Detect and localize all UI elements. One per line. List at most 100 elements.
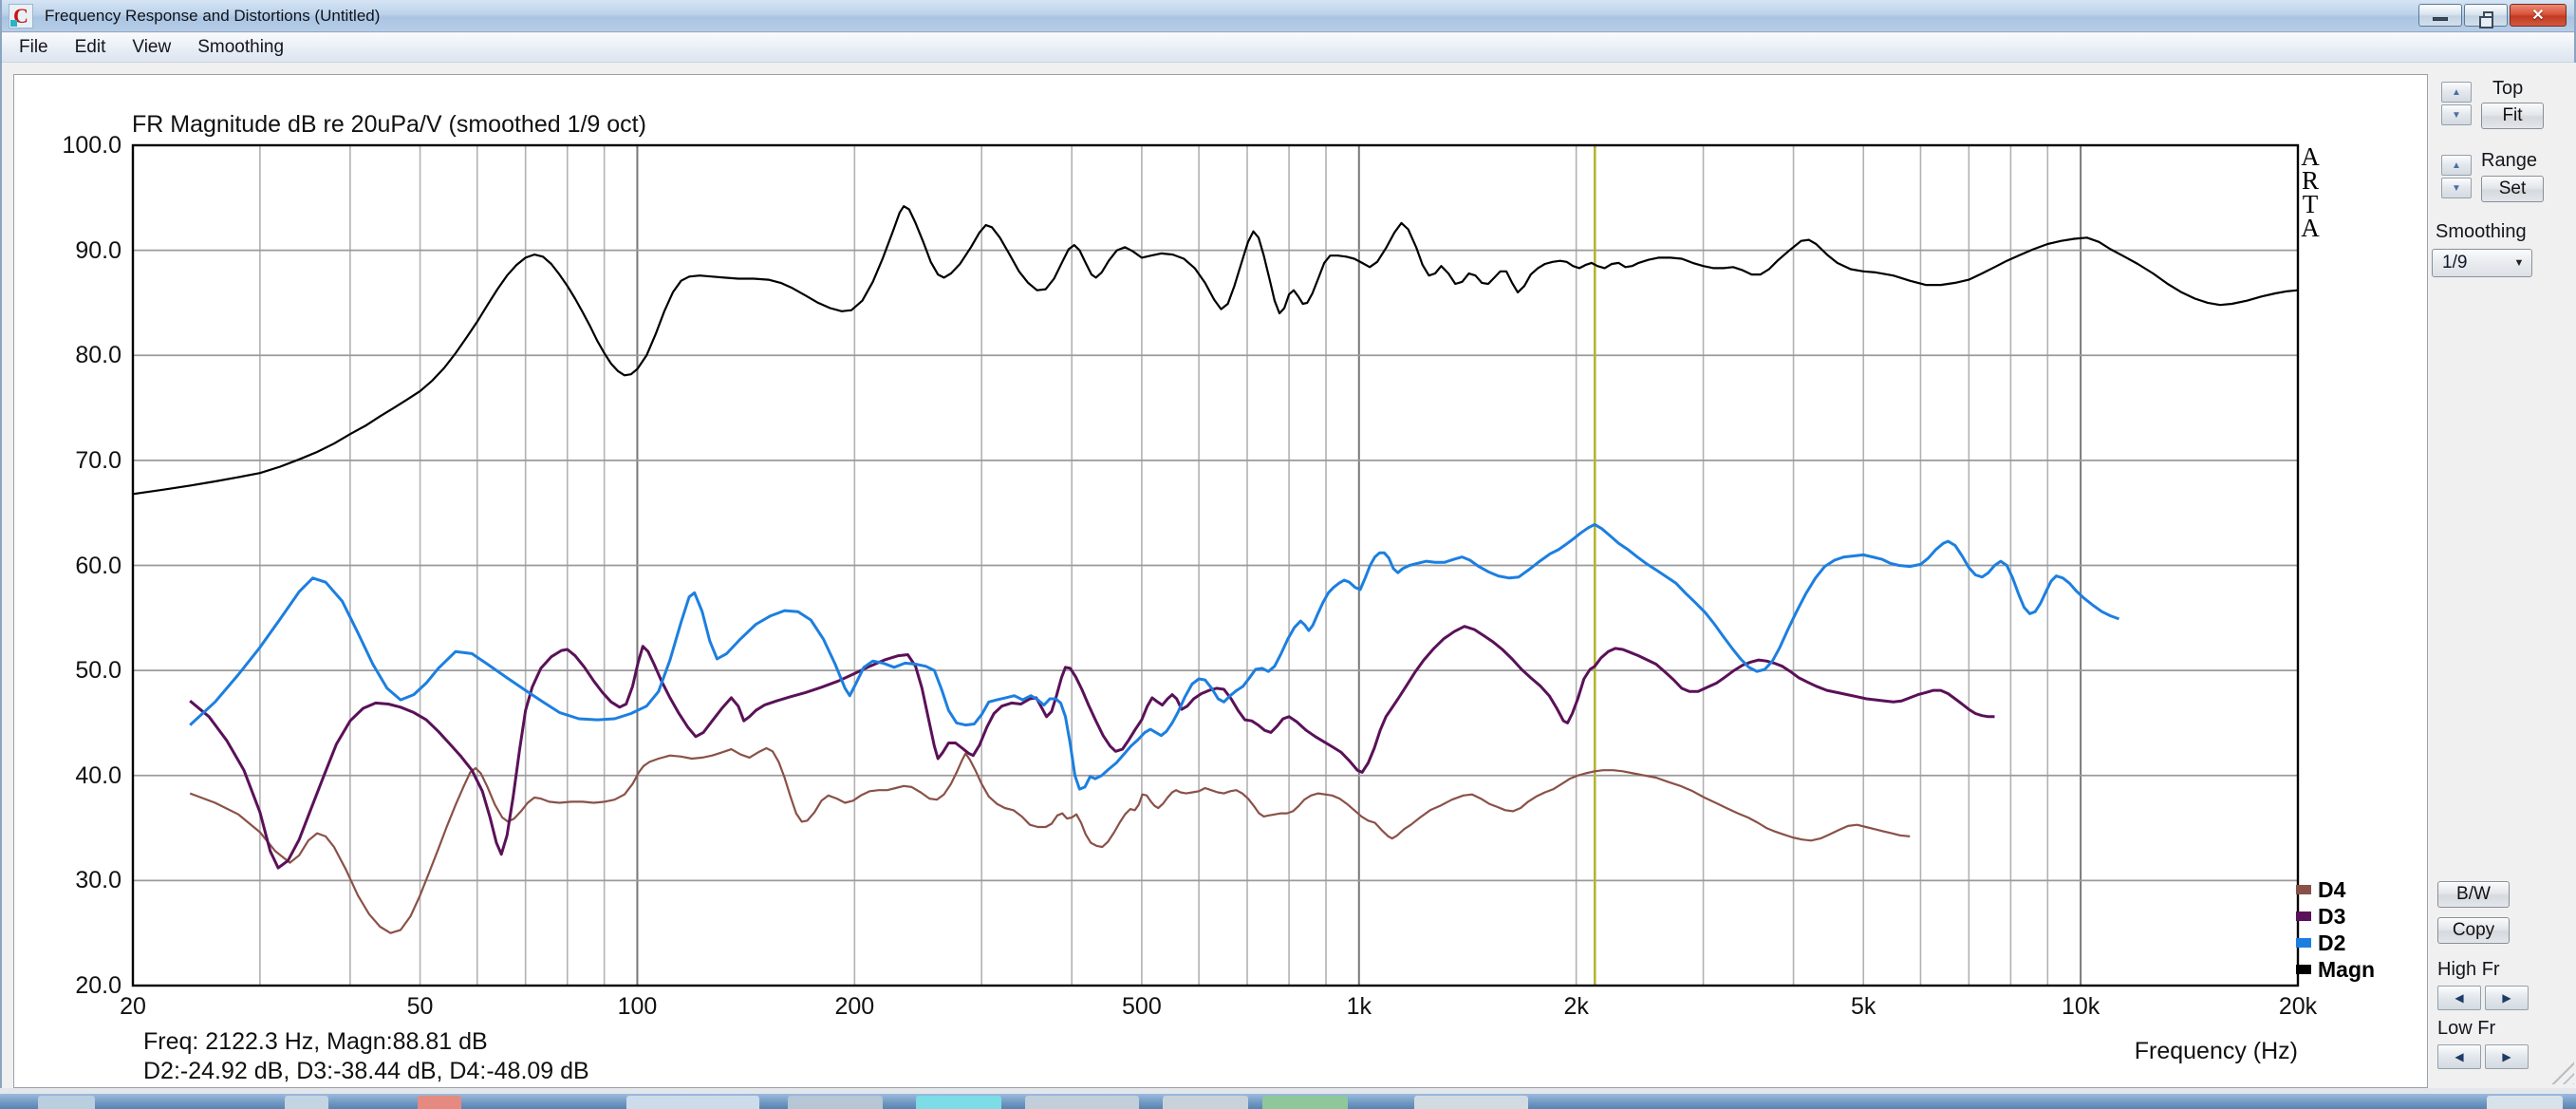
restore-icon [2483,11,2493,20]
top-spin-down-button[interactable]: ▼ [2441,104,2472,125]
legend-item-magn: Magn [2296,956,2375,983]
taskbar-button[interactable] [1414,1096,1528,1109]
x-tick-label: 500 [1099,993,1185,1020]
y-tick-label: 50.0 [34,657,121,684]
taskbar-button[interactable] [916,1096,1001,1109]
high-fr-label: High Fr [2437,959,2500,981]
right-control-panel: ▲ ▼ Top Fit ▲ ▼ Range Set Smoothing 1/9 … [2430,63,2576,1088]
resize-grip[interactable] [2549,1060,2574,1084]
chart-panel: FR Magnitude dB re 20uPa/V (smoothed 1/9… [13,74,2428,1088]
fit-button[interactable]: Fit [2481,103,2544,129]
smoothing-label: Smoothing [2436,221,2527,243]
legend-swatch [2296,938,2311,948]
legend-item-d3: D3 [2296,903,2375,930]
legend-swatch [2296,912,2311,921]
curve-d3 [190,627,1994,868]
down-arrow-icon: ▼ [2452,183,2461,194]
arta-letter: A [2288,216,2332,240]
right-arrow-icon: ▶ [2502,991,2511,1005]
close-icon: ✕ [2531,6,2544,25]
minimize-icon [2433,17,2448,21]
top-spin-up-button[interactable]: ▲ [2441,82,2472,103]
dropdown-arrow-icon: ▼ [2507,257,2531,269]
x-axis-title: Frequency (Hz) [1994,1038,2298,1065]
taskbar-button[interactable] [38,1096,95,1109]
copy-button[interactable]: Copy [2437,917,2510,944]
x-tick-label: 5k [1820,993,1906,1020]
x-tick-label: 20 [90,993,176,1020]
up-arrow-icon: ▲ [2452,87,2461,98]
x-tick-label: 10k [2038,993,2123,1020]
menu-item-edit[interactable]: Edit [62,33,120,62]
restore-button[interactable] [2464,4,2508,27]
fr-plot[interactable] [14,75,2429,1089]
top-label: Top [2492,78,2523,100]
legend-swatch [2296,885,2311,894]
low-fr-left-button[interactable]: ◀ [2437,1044,2481,1069]
window-title: Frequency Response and Distortions (Unti… [45,7,380,26]
range-spin-down-button[interactable]: ▼ [2441,178,2472,198]
taskbar-button[interactable] [788,1096,883,1109]
legend-item-d4: D4 [2296,876,2375,903]
x-tick-label: 20k [2255,993,2341,1020]
bw-button[interactable]: B/W [2437,881,2510,908]
legend-item-d2: D2 [2296,930,2375,956]
left-arrow-icon: ◀ [2455,1050,2463,1063]
taskbar-button[interactable] [418,1096,461,1109]
right-arrow-icon: ▶ [2502,1050,2511,1063]
taskbar-button[interactable] [626,1096,759,1109]
taskbar-button[interactable] [1262,1096,1348,1109]
down-arrow-icon: ▼ [2452,110,2461,121]
menubar: FileEditViewSmoothing [2,33,2574,63]
close-button[interactable]: ✕ [2510,4,2567,27]
taskbar[interactable] [0,1094,2576,1109]
y-tick-label: 40.0 [34,762,121,789]
cursor-status-line2: D2:-24.92 dB, D3:-38.44 dB, D4:-48.09 dB [143,1058,589,1085]
legend: D4D3D2Magn [2296,876,2375,983]
chart-title: FR Magnitude dB re 20uPa/V (smoothed 1/9… [132,111,646,139]
x-tick-label: 1k [1316,993,1402,1020]
taskbar-button[interactable] [1163,1096,1248,1109]
legend-label: D3 [2318,904,2345,930]
y-tick-label: 60.0 [34,553,121,579]
low-fr-right-button[interactable]: ▶ [2485,1044,2529,1069]
x-tick-label: 100 [594,993,680,1020]
y-tick-label: 100.0 [34,132,121,159]
y-tick-label: 70.0 [34,447,121,474]
high-fr-left-button[interactable]: ◀ [2437,986,2481,1010]
taskbar-button[interactable] [1025,1096,1139,1109]
range-label: Range [2481,150,2537,172]
menu-item-smoothing[interactable]: Smoothing [184,33,297,62]
smoothing-dropdown[interactable]: 1/9 ▼ [2432,249,2532,277]
titlebar[interactable]: C Frequency Response and Distortions (Un… [2,0,2574,32]
y-tick-label: 30.0 [34,867,121,893]
cursor-status-line1: Freq: 2122.3 Hz, Magn:88.81 dB [143,1028,488,1056]
legend-label: D4 [2318,877,2345,903]
legend-label: D2 [2318,930,2345,956]
legend-swatch [2296,965,2311,974]
set-button[interactable]: Set [2481,176,2544,202]
arta-watermark: ARTA [2288,145,2332,240]
top-spinner: ▲ ▼ [2441,82,2472,127]
low-fr-label: Low Fr [2437,1018,2495,1040]
y-tick-label: 90.0 [34,237,121,264]
app-window: C Frequency Response and Distortions (Un… [0,0,2576,1092]
left-arrow-icon: ◀ [2455,991,2463,1005]
taskbar-button[interactable] [2487,1096,2563,1109]
menu-item-view[interactable]: View [119,33,184,62]
app-icon: C [9,4,33,28]
legend-label: Magn [2318,957,2375,983]
x-tick-label: 50 [378,993,463,1020]
up-arrow-icon: ▲ [2452,160,2461,171]
high-fr-right-button[interactable]: ▶ [2485,986,2529,1010]
menu-item-file[interactable]: File [6,33,62,62]
curve-magn [133,206,2298,494]
x-tick-label: 200 [812,993,897,1020]
x-tick-label: 2k [1534,993,1619,1020]
taskbar-button[interactable] [285,1096,328,1109]
smoothing-value: 1/9 [2433,253,2507,273]
curve-d2 [190,524,2119,789]
range-spin-up-button[interactable]: ▲ [2441,155,2472,176]
minimize-button[interactable] [2418,4,2462,27]
range-spinner: ▲ ▼ [2441,155,2472,200]
